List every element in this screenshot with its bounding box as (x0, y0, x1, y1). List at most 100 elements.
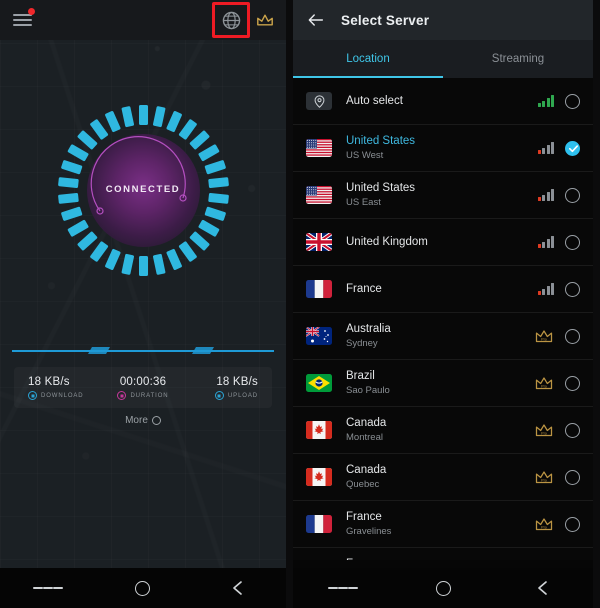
server-text: Canada Quebec (346, 463, 534, 491)
android-navbar-left (0, 568, 286, 608)
premium-crown-badge[interactable]: Pro (534, 329, 554, 344)
country-flag (306, 327, 332, 345)
crown-icon: Pro (535, 423, 553, 436)
duration-value: 00:00:36 (119, 376, 167, 388)
tab-location[interactable]: Location (293, 40, 443, 78)
server-radio[interactable] (565, 516, 580, 532)
server-text: Auto select (346, 94, 538, 108)
server-text: United Kingdom (346, 235, 538, 249)
download-icon (28, 391, 37, 400)
server-country: United States (346, 135, 416, 147)
server-radio[interactable] (565, 375, 580, 391)
server-list-item[interactable]: United Kingdom (293, 219, 593, 266)
server-list-item[interactable]: Canada Montreal Pro (293, 407, 593, 454)
upload-label: UPLOAD (227, 392, 259, 399)
server-list-item[interactable]: France (293, 266, 593, 313)
server-country: France (346, 511, 382, 523)
crown-icon: Pro (535, 329, 553, 342)
android-navbar-right (293, 568, 593, 608)
stat-upload: 18 KB/s UPLOAD (181, 376, 266, 400)
screenshot-root: CONNECTED 18 KB/s DOWNLOAD 00:00:36 DURA… (0, 0, 600, 608)
server-country: France (346, 283, 382, 295)
server-city: Gravelines (346, 526, 392, 537)
active-tab-underline (293, 75, 443, 78)
home-button[interactable] (128, 573, 158, 603)
signal-strength-icon (538, 283, 554, 295)
signal-strength-icon (538, 236, 554, 248)
flag-ca-icon (306, 468, 332, 486)
upload-icon (214, 391, 224, 400)
server-text: Brazil Sao Paulo (346, 369, 534, 397)
crown-icon: Pro (535, 517, 553, 530)
flag-br-icon (306, 374, 332, 392)
server-text: United States US East (346, 181, 538, 209)
svg-text:Pro: Pro (541, 431, 547, 435)
premium-crown-badge[interactable]: Pro (534, 423, 554, 438)
server-radio[interactable] (565, 469, 580, 485)
home-button[interactable] (428, 573, 458, 603)
country-flag (306, 468, 332, 486)
server-row-actions (538, 140, 580, 156)
hamburger-menu-icon[interactable] (13, 7, 35, 28)
back-icon (233, 581, 243, 595)
recents-icon[interactable] (328, 573, 358, 603)
server-list-item[interactable]: Australia Sydney Pro (293, 313, 593, 360)
server-row-actions (538, 234, 580, 250)
back-arrow-button[interactable] (307, 11, 325, 29)
download-value: 18 KB/s (28, 376, 70, 388)
server-list-item[interactable]: France Paris Pro (293, 548, 593, 560)
server-list-item[interactable]: Brazil Sao Paulo Pro (293, 360, 593, 407)
server-country: France (346, 557, 534, 560)
server-text: France Paris (346, 557, 534, 560)
country-flag (306, 374, 332, 392)
back-button[interactable] (528, 573, 558, 603)
premium-crown-badge[interactable]: Pro (534, 517, 554, 532)
clock-icon (117, 391, 127, 400)
signal-strength-icon (538, 142, 554, 154)
more-button[interactable]: More (0, 415, 286, 426)
download-label: DOWNLOAD (41, 392, 84, 399)
flag-us-icon (306, 186, 332, 204)
tab-streaming[interactable]: Streaming (443, 40, 593, 78)
premium-crown-badge[interactable]: Pro (534, 470, 554, 485)
premium-crown-badge[interactable]: Pro (534, 376, 554, 391)
more-label: More (125, 415, 148, 426)
server-row-actions (538, 187, 580, 203)
server-list-item[interactable]: Auto select (293, 78, 593, 125)
home-icon (435, 580, 451, 596)
connection-ring[interactable]: CONNECTED (56, 103, 231, 278)
location-pin-icon (314, 94, 324, 108)
globe-button[interactable] (211, 0, 251, 40)
back-button[interactable] (223, 573, 253, 603)
server-radio[interactable] (565, 281, 580, 297)
server-radio[interactable] (565, 187, 580, 203)
country-flag (306, 139, 332, 157)
recents-icon[interactable] (32, 573, 63, 603)
flag-fr-icon (306, 280, 332, 298)
server-radio-selected[interactable] (565, 140, 580, 156)
svg-text:Pro: Pro (541, 478, 547, 482)
server-list-item[interactable]: United States US West (293, 125, 593, 172)
back-icon (538, 581, 547, 595)
notification-dot-icon (28, 7, 35, 15)
connection-status-stage: CONNECTED (0, 40, 286, 340)
server-list[interactable]: Auto select United States US West United… (293, 78, 593, 560)
select-server-screen: Select Server Location Streaming Auto se… (293, 0, 593, 608)
server-radio[interactable] (565, 422, 580, 438)
server-list-item[interactable]: United States US East (293, 172, 593, 219)
server-list-item[interactable]: France Gravelines Pro (293, 501, 593, 548)
auto-select-location-icon (306, 92, 332, 110)
flag-ca-icon (306, 421, 332, 439)
server-radio[interactable] (565, 93, 580, 109)
server-radio[interactable] (565, 328, 580, 344)
country-flag (306, 421, 332, 439)
section-divider (12, 346, 274, 356)
server-list-item[interactable]: Canada Quebec Pro (293, 454, 593, 501)
premium-crown-button[interactable] (253, 8, 277, 32)
server-city: Sao Paulo (346, 385, 390, 396)
right-top-bar: Select Server (293, 0, 593, 40)
left-top-bar (0, 0, 286, 40)
stat-download: 18 KB/s DOWNLOAD (20, 376, 105, 400)
server-radio[interactable] (565, 234, 580, 250)
flag-au-icon (306, 327, 332, 345)
